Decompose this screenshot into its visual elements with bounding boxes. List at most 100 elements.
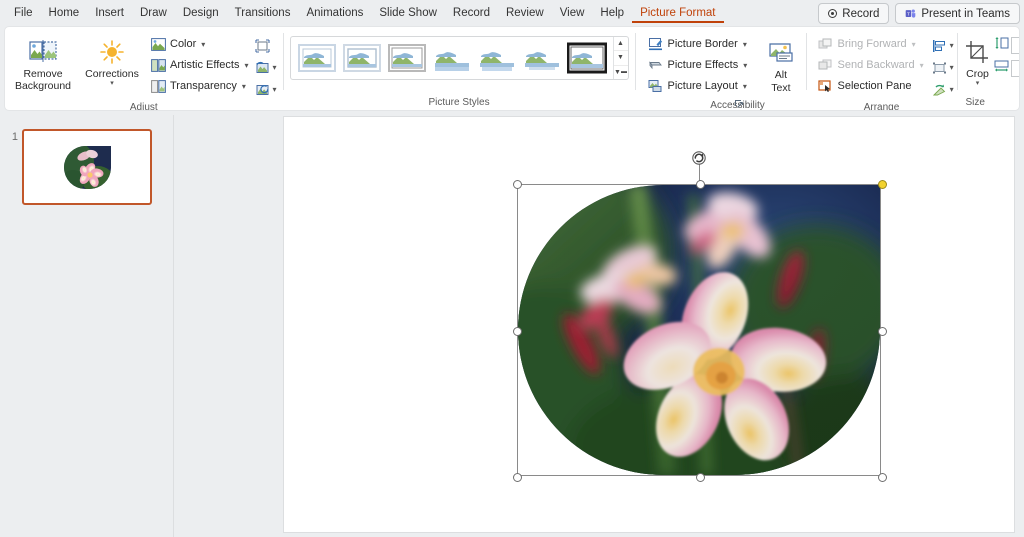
chevron-down-icon[interactable]: ▾ — [912, 40, 916, 49]
change-picture-button[interactable]: ▾ — [255, 58, 277, 77]
reset-picture-button[interactable]: ▾ — [255, 80, 277, 99]
transparency-button[interactable]: Transparency ▾ — [146, 76, 253, 96]
ribbon-group-label-size: Size — [965, 97, 985, 108]
selection-pane-label: Selection Pane — [837, 80, 912, 92]
handle-bottom-center[interactable] — [695, 473, 705, 482]
bring-forward-button[interactable]: Bring Forward ▾ — [814, 34, 928, 54]
picture-style-option-6[interactable] — [521, 41, 563, 75]
chevron-down-icon[interactable]: ▾ — [950, 85, 954, 94]
picture-style-option-1[interactable] — [296, 41, 338, 75]
picture-plumeria-flowers[interactable] — [518, 185, 880, 475]
color-label: Color — [170, 38, 197, 50]
handle-bottom-left[interactable] — [513, 473, 522, 482]
menu-item-help[interactable]: Help — [592, 3, 632, 23]
arrange-buttons: Bring Forward ▾ Send Backward ▾ Selectio… — [811, 32, 928, 96]
picture-style-option-5[interactable] — [476, 41, 518, 75]
selection-pane-icon — [818, 78, 834, 94]
shape-width-input[interactable] — [1010, 60, 1019, 77]
gallery-scroll-up-button[interactable]: ▲ — [613, 37, 628, 52]
artistic-effects-button[interactable]: Artistic Effects ▾ — [146, 55, 253, 75]
menu-item-animations[interactable]: Animations — [298, 3, 371, 23]
chevron-down-icon[interactable]: ▾ — [743, 61, 747, 70]
handle-middle-right[interactable] — [878, 326, 887, 336]
handle-top-right-adjustment[interactable] — [878, 180, 887, 189]
rotate-button[interactable]: ▾ — [932, 80, 954, 99]
menu-item-slide-show[interactable]: Slide Show — [371, 3, 445, 23]
chevron-down-icon[interactable]: ▾ — [743, 40, 747, 49]
artistic-effects-icon — [150, 57, 166, 73]
handle-top-center[interactable] — [695, 180, 705, 189]
chevron-down-icon[interactable]: ▾ — [743, 82, 747, 91]
compress-pictures-icon — [254, 38, 270, 53]
transparency-icon — [150, 78, 166, 94]
chevron-down-icon[interactable]: ▾ — [242, 82, 246, 91]
record-button[interactable]: Record — [818, 3, 890, 24]
rotate-icon — [932, 84, 945, 95]
menu-item-insert[interactable]: Insert — [87, 3, 132, 23]
accessibility-dialog-launcher[interactable] — [733, 98, 745, 110]
shape-height-icon — [994, 36, 1009, 55]
picture-style-option-4[interactable] — [431, 41, 473, 75]
align-button[interactable]: ▾ — [932, 36, 954, 55]
picture-style-option-3[interactable] — [386, 41, 428, 75]
menu-item-design[interactable]: Design — [175, 3, 227, 23]
selection-pane-button[interactable]: Selection Pane — [814, 76, 928, 96]
present-in-teams-button[interactable]: T Present in Teams — [895, 3, 1020, 24]
group-icon — [932, 62, 946, 73]
chevron-down-icon[interactable]: ▾ — [976, 80, 980, 87]
picture-style-option-7-selected[interactable] — [566, 41, 608, 75]
menu-item-draw[interactable]: Draw — [132, 3, 175, 23]
handle-bottom-right[interactable] — [878, 473, 887, 482]
shape-height-input[interactable] — [1010, 37, 1019, 54]
alt-text-button[interactable]: Alt Text — [760, 32, 801, 97]
gallery-scroll-down-button[interactable]: ▼ — [613, 51, 628, 66]
chevron-down-icon[interactable]: ▾ — [110, 80, 114, 87]
teams-icon: T — [905, 8, 916, 19]
picture-style-option-2[interactable] — [341, 41, 383, 75]
gallery-more-button[interactable]: ▼ ▬ — [614, 66, 628, 79]
chevron-down-icon[interactable]: ▾ — [950, 63, 954, 72]
menu-item-transitions[interactable]: Transitions — [227, 3, 299, 23]
slide-thumbnail-1[interactable] — [22, 129, 152, 205]
slide-canvas[interactable] — [284, 117, 1014, 532]
handle-top-left[interactable] — [513, 180, 522, 189]
chevron-down-icon[interactable]: ▾ — [920, 61, 924, 70]
menu-item-record[interactable]: Record — [445, 3, 498, 23]
chevron-down-icon[interactable]: ▾ — [273, 63, 277, 72]
corrections-button[interactable]: Corrections ▾ — [78, 32, 146, 89]
shape-width-row — [994, 59, 1019, 78]
menu-item-home[interactable]: Home — [41, 3, 88, 23]
picture-selection-frame[interactable] — [513, 151, 887, 482]
menu-item-view[interactable]: View — [552, 3, 593, 23]
handle-middle-left[interactable] — [513, 326, 522, 336]
remove-background-button[interactable]: Remove Background — [9, 32, 77, 95]
slide-number: 1 — [11, 131, 18, 143]
rotate-handle[interactable] — [691, 150, 707, 166]
picture-border-button[interactable]: Picture Border ▾ — [644, 34, 752, 54]
slide-thumbnail-pane[interactable]: 1 — [0, 115, 174, 537]
group-button[interactable]: ▾ — [932, 58, 954, 77]
chevron-down-icon[interactable]: ▾ — [273, 85, 277, 94]
send-backward-button[interactable]: Send Backward ▾ — [814, 55, 928, 75]
brightness-icon — [99, 37, 125, 67]
record-button-label: Record — [842, 7, 880, 20]
chevron-down-icon[interactable]: ▾ — [201, 40, 205, 49]
ribbon-group-picture-styles: ▲ ▼ ▼ ▬ Picture Styles — [284, 27, 635, 110]
picture-effects-button[interactable]: Picture Effects ▾ — [644, 55, 752, 75]
menu-item-file[interactable]: File — [6, 3, 41, 23]
bring-forward-label: Bring Forward — [837, 38, 907, 50]
chevron-down-icon[interactable]: ▾ — [244, 61, 248, 70]
crop-button[interactable]: Crop ▾ — [962, 32, 994, 89]
picture-styles-scrollbar[interactable]: ▲ ▼ ▼ ▬ — [612, 37, 628, 79]
menu-item-picture-format[interactable]: Picture Format — [632, 3, 724, 23]
picture-effects-label: Picture Effects — [667, 59, 739, 71]
shape-width-icon — [994, 59, 1009, 78]
picture-format-buttons: Picture Border ▾ Picture Effects ▾ Pictu… — [640, 32, 752, 96]
compress-pictures-button[interactable] — [254, 36, 277, 55]
color-button[interactable]: Color ▾ — [146, 34, 253, 54]
artistic-effects-label: Artistic Effects — [170, 59, 240, 71]
picture-layout-button[interactable]: Picture Layout ▾ — [644, 76, 752, 96]
alt-text-icon — [767, 38, 795, 68]
chevron-down-icon[interactable]: ▾ — [950, 41, 954, 50]
menu-item-review[interactable]: Review — [498, 3, 552, 23]
